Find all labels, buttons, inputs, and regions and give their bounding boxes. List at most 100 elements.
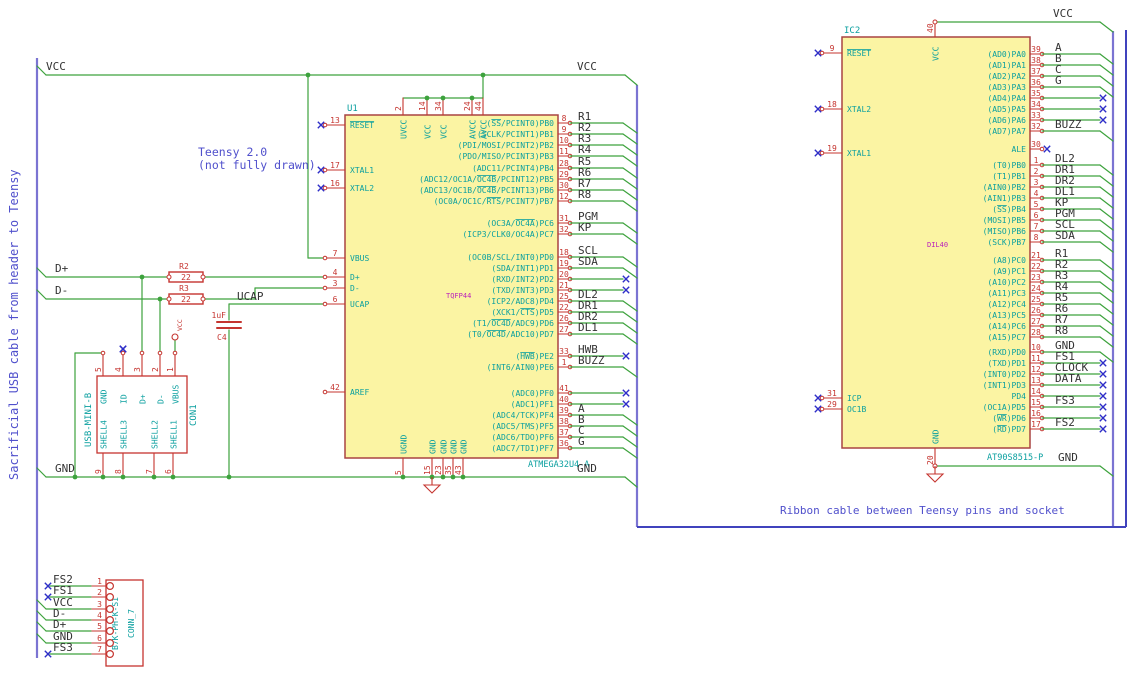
pin-name: XTAL2	[847, 105, 871, 114]
pin-number: 15	[1031, 398, 1041, 407]
no-connect-icon	[1099, 94, 1107, 102]
conn7-pad	[105, 581, 114, 590]
pin-name: (RD)PD7	[992, 425, 1026, 434]
no-connect-icon	[622, 400, 630, 408]
pin-name: (WR)PD6	[992, 414, 1026, 423]
pin-name: (SCLK/PCINT1)PB1	[477, 130, 554, 139]
pin-number: 19	[559, 259, 569, 268]
junction-dot	[450, 474, 456, 480]
no-connect-icon	[1099, 116, 1107, 124]
no-connect-icon	[1099, 105, 1107, 113]
bus-entry	[1099, 175, 1114, 187]
pin-number: 20	[559, 270, 569, 279]
pin-name: (AD1)PA1	[987, 61, 1026, 70]
pin-name: (A12)PC4	[987, 300, 1026, 309]
bus-entry	[36, 599, 47, 610]
pin-number: 18	[559, 248, 569, 257]
bus-entry	[1099, 186, 1114, 198]
pin-end-circle	[322, 301, 328, 307]
pin-name: VBUS	[172, 385, 181, 404]
net-label: SDA	[1055, 229, 1075, 242]
pin-name: VCC	[932, 46, 941, 61]
pin-number: 14	[418, 101, 427, 111]
pin-name: (PDI/MOSI/PCINT2)PB2	[458, 141, 555, 150]
pin-name: (RXD/INT2)PD2	[491, 275, 554, 284]
net-label: DATA	[1055, 372, 1082, 385]
pin-name: (HWB)PE2	[515, 352, 554, 361]
conn7-reference: CONN_7	[127, 609, 136, 638]
bus-entry	[1099, 130, 1114, 142]
wire	[36, 65, 47, 76]
r2-reference: R2	[179, 262, 189, 271]
pin-number: 17	[1031, 420, 1041, 429]
pin-number: 24	[1031, 284, 1041, 293]
net-label: DL1	[578, 321, 598, 334]
pin-end-circle	[200, 274, 206, 280]
pin-number: 38	[1031, 56, 1041, 65]
pin-number: 2	[151, 367, 160, 372]
pin-number: 21	[559, 281, 569, 290]
pin-name: (AD2)PA2	[987, 72, 1026, 81]
pin-name: (MISO)PB6	[983, 227, 1027, 236]
wire	[1099, 21, 1114, 33]
pin-name: (AD4)PA4	[987, 94, 1026, 103]
pin-number: 15	[423, 465, 432, 475]
pin-end-circle	[819, 406, 825, 412]
pin-number: 1	[97, 577, 102, 586]
c4-reference: C4	[217, 333, 227, 342]
pin-name: (SS/PCINT0)PB0	[487, 119, 555, 128]
conn7-pad	[105, 638, 114, 647]
bus-entry	[36, 610, 47, 621]
bus-entry	[622, 425, 638, 437]
junction-dot	[480, 72, 486, 78]
pin-name: (A14)PC6	[987, 322, 1026, 331]
bus-entry	[622, 133, 638, 145]
pin-number: 4	[1034, 189, 1039, 198]
net-label: G	[1055, 74, 1062, 87]
pin-number: 19	[827, 144, 837, 153]
pin-name: GND	[440, 439, 449, 454]
pin-number: 2	[97, 588, 102, 597]
junction-dot	[157, 296, 163, 302]
bus-entry	[1099, 351, 1114, 363]
no-connect-icon	[1099, 381, 1107, 389]
pin-number: 7	[333, 249, 338, 258]
ic2-value: AT90S8515-P	[987, 453, 1043, 463]
usb-connector-reference: CON1	[189, 404, 199, 426]
pin-name: (ADC12/OC1A/OC4B/PCINT12)PB5	[419, 175, 554, 184]
pin-number: 9	[94, 469, 103, 474]
net-label: VCC	[46, 60, 66, 73]
net-label: R8	[1055, 324, 1068, 337]
wire	[1099, 465, 1114, 477]
pin-name: (T0/OC4D/ADC10)PD7	[467, 330, 554, 339]
vcc-power-flag	[171, 333, 179, 341]
bus-entry	[622, 436, 638, 448]
pin-number: 1	[562, 358, 567, 367]
pin-name: (T1/OC4D/ADC9)PD6	[472, 319, 554, 328]
pin-number: 36	[1031, 78, 1041, 87]
bus-entry	[622, 178, 638, 190]
pin-end-circle	[322, 255, 328, 261]
no-connect-icon	[1099, 403, 1107, 411]
pin-end-circle	[166, 296, 172, 302]
pin-name: SHELL4	[100, 420, 109, 449]
ic2-footprint: DIL40	[927, 241, 948, 249]
pin-number: 29	[559, 170, 569, 179]
pin-name: (INT0)PD2	[983, 370, 1027, 379]
pin-end-circle	[819, 50, 825, 56]
pin-end-circle	[200, 296, 206, 302]
bus-entry	[1099, 314, 1114, 326]
c4-value: 1uF	[212, 311, 227, 320]
net-label: FS3	[53, 641, 73, 654]
pin-name: (PDO/MISO/PCINT3)PB3	[458, 152, 555, 161]
junction-dot	[424, 95, 430, 101]
no-connect-icon	[1099, 392, 1107, 400]
pin-name: SHELL1	[170, 420, 179, 449]
pin-name: UCAP	[350, 300, 369, 309]
pin-name: (A13)PC5	[987, 311, 1026, 320]
pin-end-circle	[139, 350, 145, 356]
pin-name: (OC1A)PD5	[983, 403, 1027, 412]
pin-name: AVCC	[480, 120, 489, 139]
pin-number: 41	[559, 384, 569, 393]
pin-name: (ADC0)PF0	[511, 389, 555, 398]
